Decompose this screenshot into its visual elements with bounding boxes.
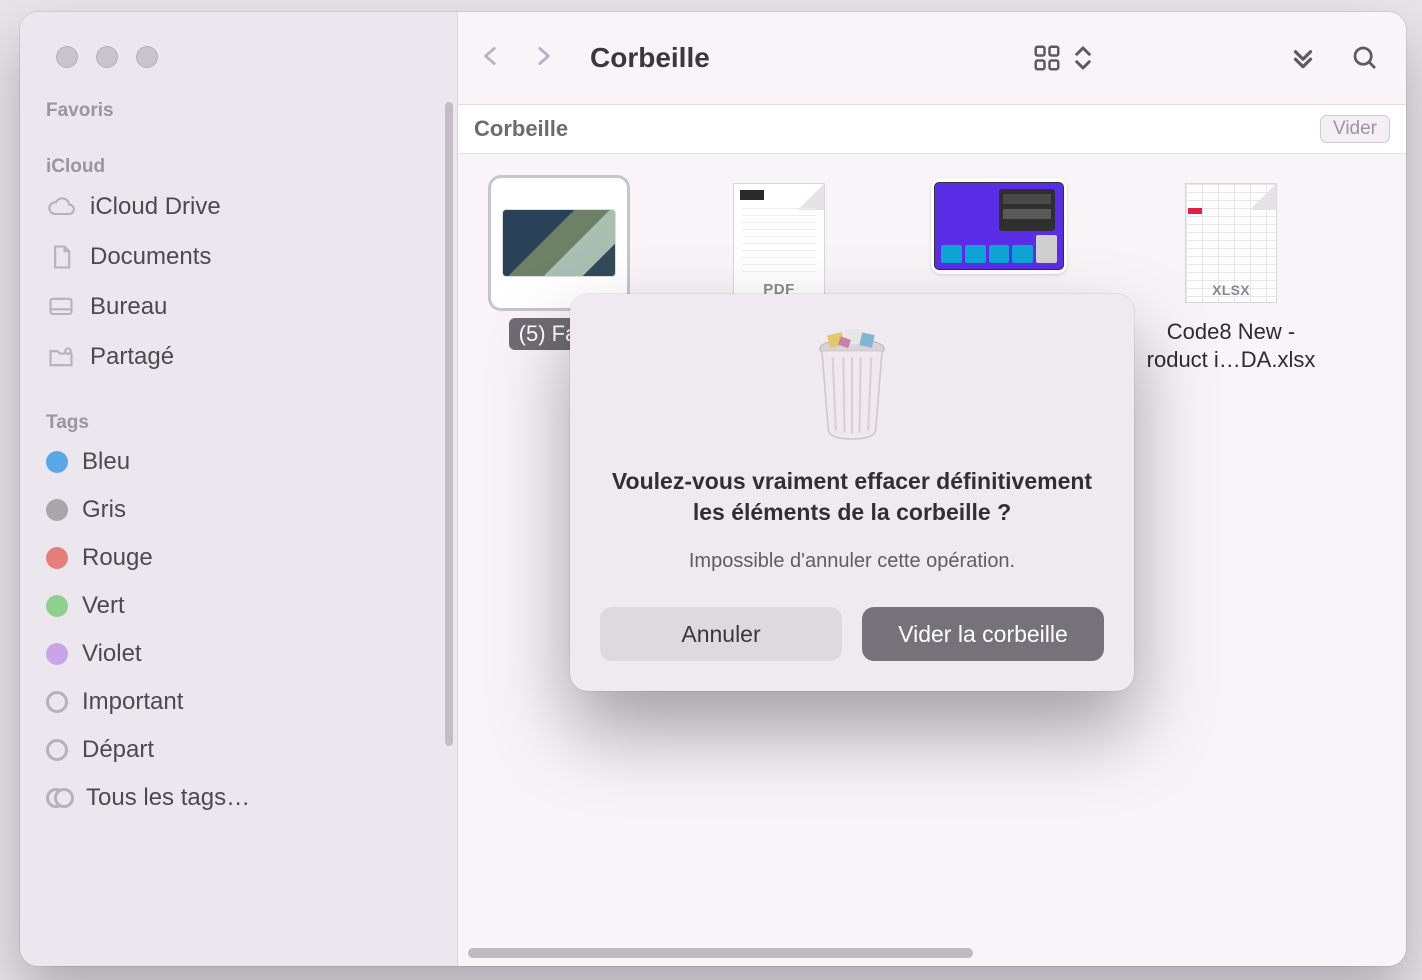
finder-window: Favoris iCloud iCloud Drive Documents Bu… [20,12,1406,966]
desktop-icon [46,292,76,322]
sidebar-item-label: Tous les tags… [86,784,250,812]
sidebar-item-label: iCloud Drive [90,193,221,221]
dialog-subtitle: Impossible d'annuler cette opération. [689,550,1015,573]
sidebar-item-label: Documents [90,243,211,271]
cloud-icon [46,192,76,222]
sidebar-scrollbar[interactable] [445,102,453,746]
sidebar-item-shared[interactable]: Partagé [20,332,457,382]
back-button[interactable] [478,39,504,78]
tag-color-icon [46,451,68,473]
tag-outline-icon [46,739,68,761]
file-name: Code8 New - roduct i…DA.xlsx [1136,318,1326,373]
sidebar-tag-important[interactable]: Important [20,678,457,726]
file-thumbnail [931,178,1067,274]
trash-full-icon [804,322,900,452]
empty-trash-confirm-button[interactable]: Vider la corbeille [862,607,1104,661]
sidebar-tag-gris[interactable]: Gris [20,486,457,534]
window-title: Corbeille [590,42,750,74]
sidebar-section-favorites: Favoris [20,94,457,126]
sidebar-item-label: Bleu [82,448,130,476]
empty-trash-dialog: Voulez-vous vraiment effacer définitivem… [570,294,1134,691]
tag-color-icon [46,643,68,665]
document-icon [46,242,76,272]
more-toolbar-button[interactable] [1288,43,1318,73]
all-tags-icon [46,787,72,809]
sidebar: Favoris iCloud iCloud Drive Documents Bu… [20,12,458,966]
file-thumbnail [491,178,627,308]
tag-color-icon [46,595,68,617]
window-controls [20,30,457,94]
close-window-button[interactable] [56,46,78,68]
sidebar-item-label: Partagé [90,343,174,371]
dialog-title: Voulez-vous vraiment effacer définitivem… [600,466,1104,528]
zoom-window-button[interactable] [136,46,158,68]
cancel-button[interactable]: Annuler [600,607,842,661]
sidebar-item-documents[interactable]: Documents [20,232,457,282]
image-preview-icon [503,210,615,276]
search-button[interactable] [1350,43,1380,73]
xlsx-icon: XLSX [1185,183,1277,303]
minimize-window-button[interactable] [96,46,118,68]
sidebar-item-label: Violet [82,640,142,668]
tag-color-icon [46,547,68,569]
sidebar-item-label: Gris [82,496,126,524]
dialog-buttons: Annuler Vider la corbeille [600,607,1104,661]
pdf-icon: PDF [733,183,825,303]
sidebar-item-label: Important [82,688,183,716]
icon-view-icon [1032,43,1062,73]
location-bar: Corbeille Vider [458,104,1406,154]
sidebar-item-desktop[interactable]: Bureau [20,282,457,332]
sidebar-section-icloud: iCloud [20,150,457,182]
sidebar-all-tags[interactable]: Tous les tags… [20,774,457,822]
horizontal-scrollbar[interactable] [468,946,1386,960]
location-title: Corbeille [474,116,568,142]
file-type-label: XLSX [1186,282,1276,298]
tag-outline-icon [46,691,68,713]
sidebar-item-label: Vert [82,592,125,620]
sidebar-item-icloud-drive[interactable]: iCloud Drive [20,182,457,232]
toolbar: Corbeille [458,12,1406,104]
sidebar-tag-rouge[interactable]: Rouge [20,534,457,582]
file-item[interactable]: XLSX Code8 New - roduct i…DA.xlsx [1136,178,1326,373]
file-item[interactable] [916,178,1082,284]
shared-folder-icon [46,342,76,372]
sidebar-section-tags: Tags [20,406,457,438]
sidebar-tag-violet[interactable]: Violet [20,630,457,678]
tag-color-icon [46,499,68,521]
file-thumbnail: XLSX [1163,178,1299,308]
file-thumbnail: PDF [711,178,847,308]
nav-arrows [478,39,580,78]
sidebar-item-label: Rouge [82,544,153,572]
forward-button[interactable] [530,39,556,78]
sidebar-tag-bleu[interactable]: Bleu [20,438,457,486]
chevron-up-down-icon [1068,43,1098,73]
empty-trash-button[interactable]: Vider [1320,115,1390,143]
sidebar-item-label: Bureau [90,293,167,321]
screenshot-preview-icon [935,183,1063,269]
sidebar-tag-depart[interactable]: Départ [20,726,457,774]
view-switcher[interactable] [1032,43,1098,73]
sidebar-tag-vert[interactable]: Vert [20,582,457,630]
sidebar-item-label: Départ [82,736,154,764]
